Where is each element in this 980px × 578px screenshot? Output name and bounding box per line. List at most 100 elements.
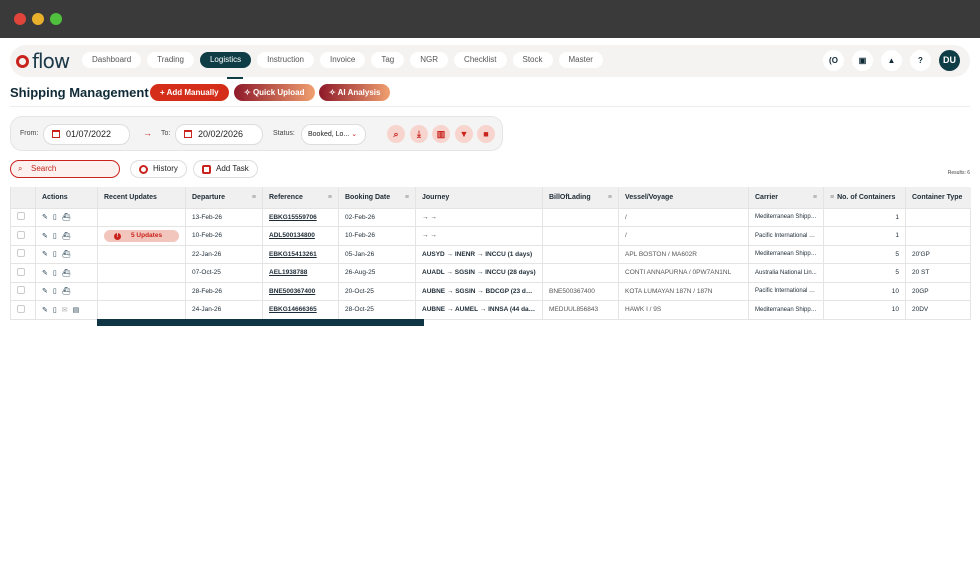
column-header[interactable]: Journey [415,187,543,208]
ship-icon[interactable]: ⛴ [62,287,71,295]
document-icon[interactable]: ▤ [73,306,80,314]
columns-icon[interactable]: ▥ [432,125,450,143]
help-icon[interactable]: ? [910,50,931,71]
delete-icon[interactable]: ▯ [53,287,57,295]
tab-instruction[interactable]: Instruction [257,52,314,68]
row-checkbox-cell [10,263,36,283]
filter-icon[interactable]: ≡ [813,194,817,201]
bill-of-lading-cell [542,244,619,264]
tab-tag[interactable]: Tag [371,52,405,68]
reference-link[interactable]: EBKG15559706 [269,214,317,221]
row-checkbox[interactable] [17,212,25,221]
updates-label: 5 Updates [131,231,163,239]
column-header[interactable]: BillOfLading ≡ [542,187,619,208]
reference-link[interactable]: EBKG15413261 [269,251,317,258]
edit-icon[interactable]: ✎ [42,232,48,240]
reference-link[interactable]: AEL1938788 [269,269,307,276]
edit-icon[interactable]: ✎ [42,250,48,258]
close-window-button[interactable] [14,13,26,25]
save-icon[interactable]: ■ [477,125,495,143]
avatar[interactable]: DU [939,50,960,71]
tab-checklist[interactable]: Checklist [454,52,507,68]
filter-icon[interactable]: ≡ [830,194,834,201]
column-header[interactable]: Container Type [905,187,971,208]
table-row[interactable]: ✎ ▯ ⛴ 13-Feb-26 EBKG15559706 02-Feb-26 → →… [10,207,971,227]
column-header[interactable]: Carrier ≡ [748,187,824,208]
column-header[interactable]: Reference ≡ [262,187,339,208]
filter-icon[interactable]: ≡ [405,194,409,201]
ai-analysis-button[interactable]: ✧ AI Analysis [319,84,391,101]
sync-icon[interactable]: (O [823,50,844,71]
row-checkbox[interactable] [17,230,25,239]
container-type-cell: 20GP [905,281,971,301]
actions-cell: ✎ ▯ ⛴ [35,207,98,227]
departure-cell: 07-Oct-25 [185,263,263,283]
reference-link[interactable]: BNE500367400 [269,288,315,295]
tab-master[interactable]: Master [558,52,603,68]
delete-icon[interactable]: ▯ [53,250,57,258]
logo[interactable]: flow [16,49,70,73]
add-manually-button[interactable]: + Add Manually [150,84,229,101]
search-icon[interactable]: ⌕ [387,125,405,143]
table-row[interactable]: ✎ ▯ ⛴ 22-Jan-26 EBKG15413261 05-Jan-26 AUS… [10,244,971,264]
column-header[interactable]: Departure ≡ [185,187,263,208]
row-checkbox[interactable] [17,286,25,295]
table-row[interactable]: ✎ ▯ ✉ ▤ 24-Jan-26 EBKG14666365 28-Oct-25 AU… [10,300,971,320]
bill-of-lading-cell: MEDUUL856843 [542,300,619,320]
minimize-window-button[interactable] [32,13,44,25]
table-row[interactable]: ✎ ▯ ⛴ 28-Feb-26 BNE500367400 20-Oct-25 AUB… [10,281,971,301]
filter-icon[interactable]: ≡ [328,194,332,201]
calendar-icon [52,130,60,138]
tab-logistics[interactable]: Logistics [199,52,252,68]
shipments-table: Actions Recent Updates Departure ≡ Reference… [10,187,971,320]
clipboard-icon[interactable]: ▣ [852,50,873,71]
updates-badge[interactable]: ! 5 Updates [104,229,179,242]
row-checkbox[interactable] [17,304,25,313]
column-header[interactable]: ≡ No. of Containers [823,187,906,208]
edit-icon[interactable]: ✎ [42,306,48,314]
tab-ngr[interactable]: NGR [410,52,449,68]
table-row[interactable]: ✎ ▯ ⛴ 07-Oct-25 AEL1938788 26-Aug-25 AUADL… [10,263,971,283]
column-header[interactable]: Actions [35,187,98,208]
edit-icon[interactable]: ✎ [42,213,48,221]
ship-icon[interactable]: ⛴ [62,250,71,258]
tab-stock[interactable]: Stock [512,52,553,68]
search-input[interactable]: ⌕ Search [10,160,120,178]
download-icon[interactable]: ⤓ [410,125,428,143]
status-select[interactable]: Booked, Lo... ⌄ [301,124,366,145]
column-header[interactable]: Recent Updates [97,187,186,208]
filter-icon[interactable]: ▼ [455,125,473,143]
reference-link[interactable]: ADL500134800 [269,232,315,239]
filter-icon[interactable]: ≡ [608,194,612,201]
delete-icon[interactable]: ▯ [53,306,57,314]
to-date-input[interactable]: 20/02/2026 [175,124,263,145]
horizontal-scrollbar[interactable] [97,319,424,326]
ship-icon[interactable]: ⛴ [62,269,71,277]
row-checkbox[interactable] [17,267,25,276]
from-date-input[interactable]: 01/07/2022 [43,124,130,145]
history-button[interactable]: History [130,160,187,178]
edit-icon[interactable]: ✎ [42,287,48,295]
add-task-button[interactable]: Add Task [193,160,258,178]
column-header[interactable]: Booking Date ≡ [338,187,416,208]
status-label: Status: [273,130,295,137]
tab-invoice[interactable]: Invoice [320,52,366,68]
edit-icon[interactable]: ✎ [42,269,48,277]
delete-icon[interactable]: ▯ [53,269,57,277]
tab-dashboard[interactable]: Dashboard [82,52,142,68]
row-checkbox[interactable] [17,249,25,258]
ship-icon[interactable]: ⛴ [62,232,71,240]
delete-icon[interactable]: ▯ [53,232,57,240]
filter-icon[interactable]: ≡ [252,194,256,201]
reference-link[interactable]: EBKG14666365 [269,306,317,313]
maximize-window-button[interactable] [50,13,62,25]
mail-icon[interactable]: ✉ [62,306,68,314]
tab-trading[interactable]: Trading [147,52,194,68]
table-row[interactable]: ✎ ▯ ⛴ ! 5 Updates 10-Feb-26 ADL500134800 10… [10,226,971,246]
column-header[interactable]: Vessel/Voyage [618,187,749,208]
ship-icon[interactable]: ⛴ [62,213,71,221]
containers-cell: 5 [823,244,906,264]
bell-icon[interactable]: ▲ [881,50,902,71]
quick-upload-button[interactable]: ✧ Quick Upload [234,84,315,101]
delete-icon[interactable]: ▯ [53,213,57,221]
